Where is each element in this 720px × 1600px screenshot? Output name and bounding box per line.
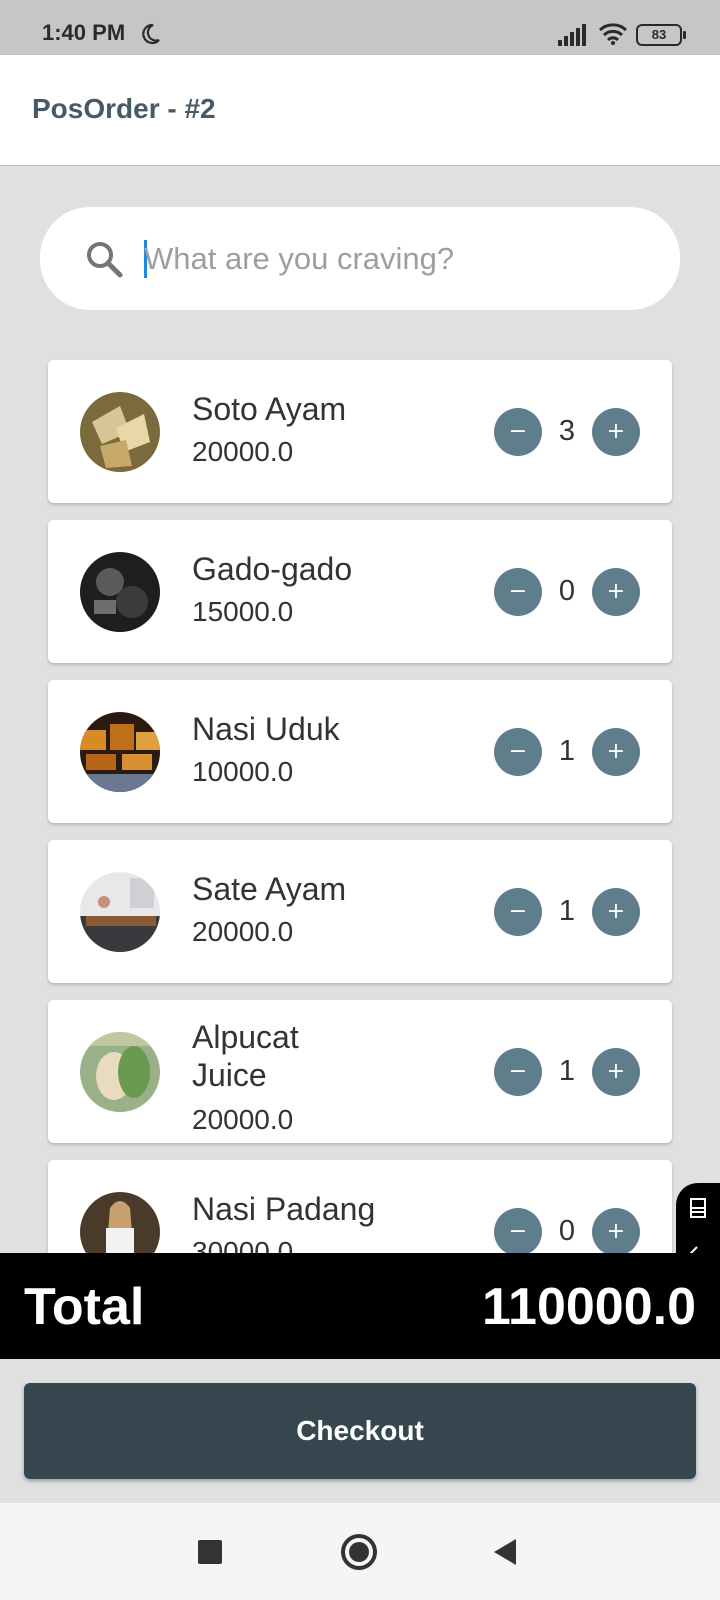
decrease-button[interactable]: − xyxy=(494,888,542,936)
decrease-button[interactable]: − xyxy=(494,1208,542,1253)
total-label: Total xyxy=(24,1278,145,1336)
decrease-button[interactable]: − xyxy=(494,728,542,776)
wifi-icon xyxy=(598,23,628,45)
item-price: 20000.0 xyxy=(192,436,294,467)
item-price: 10000.0 xyxy=(192,756,294,787)
moon-icon xyxy=(142,23,160,45)
item-image xyxy=(80,1032,160,1112)
decrease-button[interactable]: − xyxy=(494,568,542,616)
increase-button[interactable]: + xyxy=(592,888,640,936)
list-item: Sate Ayam 20000.0 − 1 + xyxy=(48,840,672,983)
page-title: PosOrder - #2 xyxy=(32,93,216,124)
list-item: Nasi Uduk 10000.0 − 1 + xyxy=(48,680,672,823)
item-image xyxy=(80,712,160,792)
item-name: Soto Ayam xyxy=(192,391,347,427)
item-name: Nasi Padang xyxy=(192,1191,376,1227)
list-item: Alpucat Juice 20000.0 − 1 + xyxy=(48,1000,672,1143)
item-image xyxy=(80,552,160,632)
search-bar[interactable] xyxy=(40,207,680,310)
item-price: 15000.0 xyxy=(192,596,294,627)
recent-apps-icon[interactable] xyxy=(198,1540,222,1564)
search-icon xyxy=(87,242,123,278)
quantity-value: 1 xyxy=(558,895,576,927)
back-icon[interactable] xyxy=(494,1539,516,1565)
increase-button[interactable]: + xyxy=(592,408,640,456)
quantity-value: 0 xyxy=(558,1215,576,1247)
increase-button[interactable]: + xyxy=(592,568,640,616)
list-item: Gado-gado 15000.0 − 0 + xyxy=(48,520,672,663)
decrease-button[interactable]: − xyxy=(494,408,542,456)
quantity-value: 0 xyxy=(558,575,576,607)
item-name: Gado-gado xyxy=(192,551,353,587)
menu-item-list[interactable]: Soto Ayam 20000.0 − 3 + Gado-gado 15000.… xyxy=(0,340,720,1253)
item-price: 20000.0 xyxy=(192,916,294,947)
status-time: 1:40 PM xyxy=(42,20,126,45)
item-name: Sate Ayam xyxy=(192,871,347,907)
search-input[interactable] xyxy=(144,231,644,287)
quantity-value: 1 xyxy=(558,735,576,767)
item-image xyxy=(80,1192,160,1253)
total-bar: Total 110000.0 xyxy=(0,1253,720,1359)
increase-button[interactable]: + xyxy=(592,1048,640,1096)
increase-button[interactable]: + xyxy=(592,728,640,776)
item-image xyxy=(80,392,160,472)
receipt-icon[interactable] xyxy=(687,1197,709,1219)
item-name: Alpucat Juice xyxy=(192,1019,299,1093)
status-bar: 1:40 PM 83 xyxy=(0,0,720,55)
increase-button[interactable]: + xyxy=(592,1208,640,1253)
checkout-button[interactable]: Checkout xyxy=(24,1383,696,1479)
item-price: 30000.0 xyxy=(192,1236,294,1253)
item-price: 20000.0 xyxy=(192,1104,294,1135)
app-bar: PosOrder - #2 xyxy=(0,55,720,166)
total-value: 110000.0 xyxy=(481,1278,696,1336)
signal-icon xyxy=(558,24,586,46)
home-icon[interactable] xyxy=(341,1534,377,1570)
list-item: Nasi Padang 30000.0 − 0 + xyxy=(48,1160,672,1253)
quantity-value: 1 xyxy=(558,1055,576,1087)
decrease-button[interactable]: − xyxy=(494,1048,542,1096)
quantity-value: 3 xyxy=(558,415,576,447)
item-image xyxy=(80,872,160,952)
system-nav-bar xyxy=(0,1503,720,1600)
item-name: Nasi Uduk xyxy=(192,711,340,747)
list-item: Soto Ayam 20000.0 − 3 + xyxy=(48,360,672,503)
battery-indicator: 83 xyxy=(636,24,686,46)
